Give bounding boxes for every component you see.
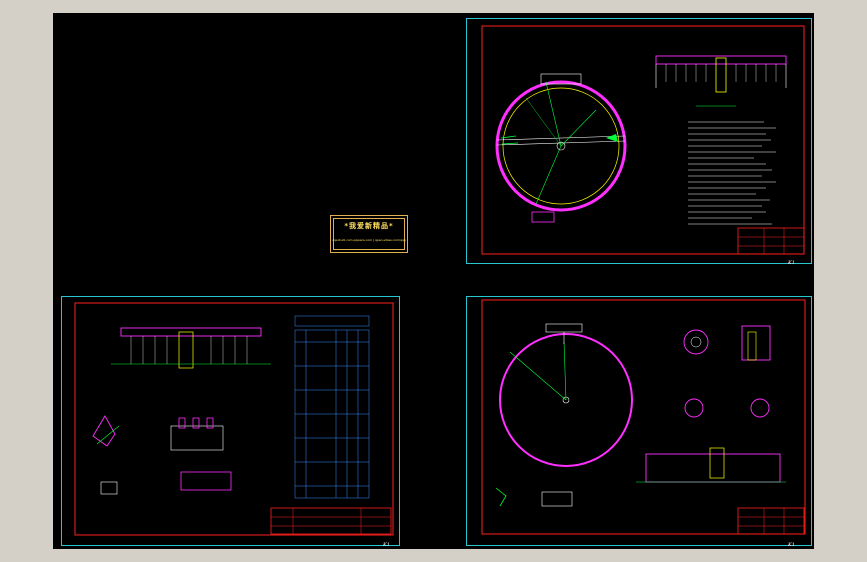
- title-block: [737, 227, 805, 255]
- tank-plan-view: [499, 323, 633, 467]
- clarifier-plan-view: [495, 73, 627, 223]
- detail-drawings: [92, 415, 232, 495]
- sheet-label-bottom-left: K1: [383, 542, 390, 548]
- title-block: [270, 507, 392, 535]
- design-notes-block: [688, 121, 776, 225]
- drawing-viewport[interactable]: *我爱新精品* qqsotudi.com.qqwera.com | qpen.s…: [53, 13, 814, 549]
- detail-circles: [683, 325, 771, 418]
- sheet-label-bottom-right: K1: [788, 542, 795, 548]
- stamp-subtitle: qqsotudi.com.qqwera.com | qpen.sdsss.com…: [332, 238, 406, 242]
- section-view: [655, 55, 787, 107]
- tank-section-view: [495, 447, 786, 507]
- sheet-label-top-right: K1: [788, 260, 795, 266]
- title-block: [737, 507, 805, 535]
- stamp-title: *我爱新精品*: [344, 222, 394, 230]
- elevation-view: [111, 327, 271, 369]
- watermark-stamp: *我爱新精品* qqsotudi.com.qqwera.com | qpen.s…: [330, 215, 408, 253]
- sheet-bottom-right[interactable]: [466, 296, 812, 546]
- material-table: [294, 315, 370, 499]
- sheet-bottom-left[interactable]: [61, 296, 400, 546]
- sheet-top-right[interactable]: [466, 18, 812, 264]
